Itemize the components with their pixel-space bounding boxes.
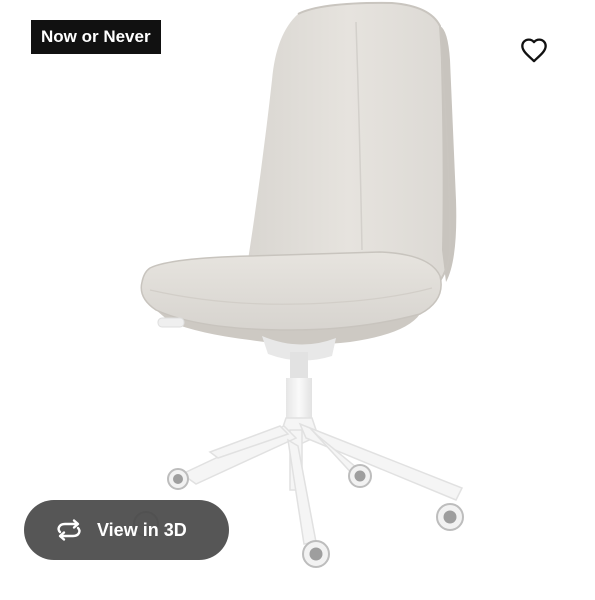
now-or-never-badge: Now or Never [31, 20, 161, 54]
view-in-3d-button[interactable]: View in 3D [24, 500, 229, 560]
chair-seat [140, 251, 442, 345]
rotate-3d-icon [53, 518, 85, 542]
chair-column [286, 352, 312, 418]
heart-icon [521, 38, 547, 63]
view-in-3d-label: View in 3D [97, 519, 187, 540]
favorite-button[interactable] [516, 34, 552, 66]
